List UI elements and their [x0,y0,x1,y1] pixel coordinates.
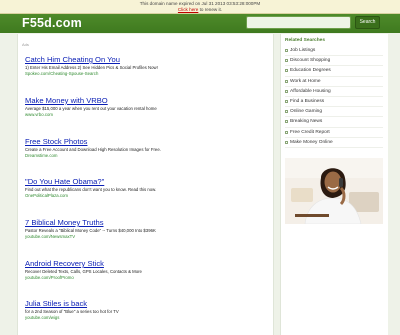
related-search-label: Discount Shopping [290,58,331,64]
result-url[interactable]: Dreamstime.com [25,153,265,159]
related-search-label: Online Gaming [290,109,322,115]
related-search-label: Affordable Housing [290,88,331,94]
renew-link[interactable]: Click here [178,7,198,12]
expiry-notice: This domain name expired on Jul 31 2013 … [0,0,400,14]
related-search-label: Work at Home [290,78,321,84]
search-button[interactable]: Search [355,16,380,29]
related-search-label: Breaking News [290,119,323,125]
ads-label: Ads [22,42,29,47]
related-search-item[interactable]: Breaking News [285,117,383,128]
related-search-item[interactable]: Make Money Online [285,138,383,148]
search-input[interactable] [246,16,351,29]
related-searches-list: Job Listings Discount Shopping Education… [285,46,383,148]
result-item: Free Stock Photos Create a Free Account … [25,137,265,159]
bullet-icon [285,100,288,104]
bullet-icon [285,110,288,114]
result-item: "Do You Hate Obama?" Find out what the r… [25,177,265,199]
bullet-icon [285,130,288,134]
result-url[interactable]: Spokeo.com/Cheating-Spouse-Search [25,71,265,77]
related-search-item[interactable]: Work at Home [285,77,383,87]
bullet-icon [285,120,288,124]
site-logo[interactable]: F55d.com [22,15,82,32]
stock-photo-woman-on-phone [285,158,383,224]
result-title[interactable]: Catch Him Cheating On You [25,55,265,64]
result-url[interactable]: www.vrbo.com [25,112,265,118]
related-search-item[interactable]: Affordable Housing [285,87,383,97]
related-searches-sidebar: Related Searches Job Listings Discount S… [280,34,388,335]
result-title[interactable]: Free Stock Photos [25,137,265,146]
related-search-item[interactable]: Find a Business [285,97,383,108]
related-searches-heading: Related Searches [285,38,325,43]
bullet-icon [285,59,288,63]
header-bar: F55d.com Search [0,14,400,33]
related-search-item[interactable]: Discount Shopping [285,56,383,67]
result-title[interactable]: 7 Biblical Money Truths [25,218,265,227]
related-search-label: Job Listings [290,48,316,54]
renew-text: to renew it. [198,7,223,12]
related-search-item[interactable]: Free Credit Report [285,128,383,138]
result-url[interactable]: youtube.com/wigs [25,315,265,321]
bullet-icon [285,79,288,83]
result-title[interactable]: Julia Stiles is back [25,299,265,308]
result-item: Make Money with VRBO Average $15,000 a y… [25,96,265,118]
bullet-icon [285,89,288,93]
bullet-icon [285,140,288,144]
result-item: Catch Him Cheating On You 1) Enter His E… [25,55,265,77]
result-url[interactable]: OnePoliticalPlaza.com [25,193,265,199]
result-url[interactable]: youtube.com/NewsmaxTV [25,234,265,240]
result-title[interactable]: Android Recovery Stick [25,259,265,268]
result-url[interactable]: youtube.com/ProofPromo [25,275,265,281]
related-search-label: Free Credit Report [290,129,330,135]
bullet-icon [285,49,288,53]
related-search-item[interactable]: Job Listings [285,46,383,57]
result-title[interactable]: "Do You Hate Obama?" [25,177,265,186]
related-search-label: Make Money Online [290,139,333,145]
result-title[interactable]: Make Money with VRBO [25,96,265,105]
related-search-item[interactable]: Education Degrees [285,66,383,77]
sponsored-results: Ads Catch Him Cheating On You 1) Enter H… [17,34,274,335]
result-item: Julia Stiles is back for a 2nd Season of… [25,299,265,321]
result-item: 7 Biblical Money Truths Pastor Reveals a… [25,218,265,240]
bullet-icon [285,69,288,73]
related-search-label: Find a Business [290,99,325,105]
related-search-item[interactable]: Online Gaming [285,107,383,118]
photo-illustration [285,158,383,224]
related-search-label: Education Degrees [290,68,331,74]
result-item: Android Recovery Stick Recover Deleted T… [25,259,265,281]
